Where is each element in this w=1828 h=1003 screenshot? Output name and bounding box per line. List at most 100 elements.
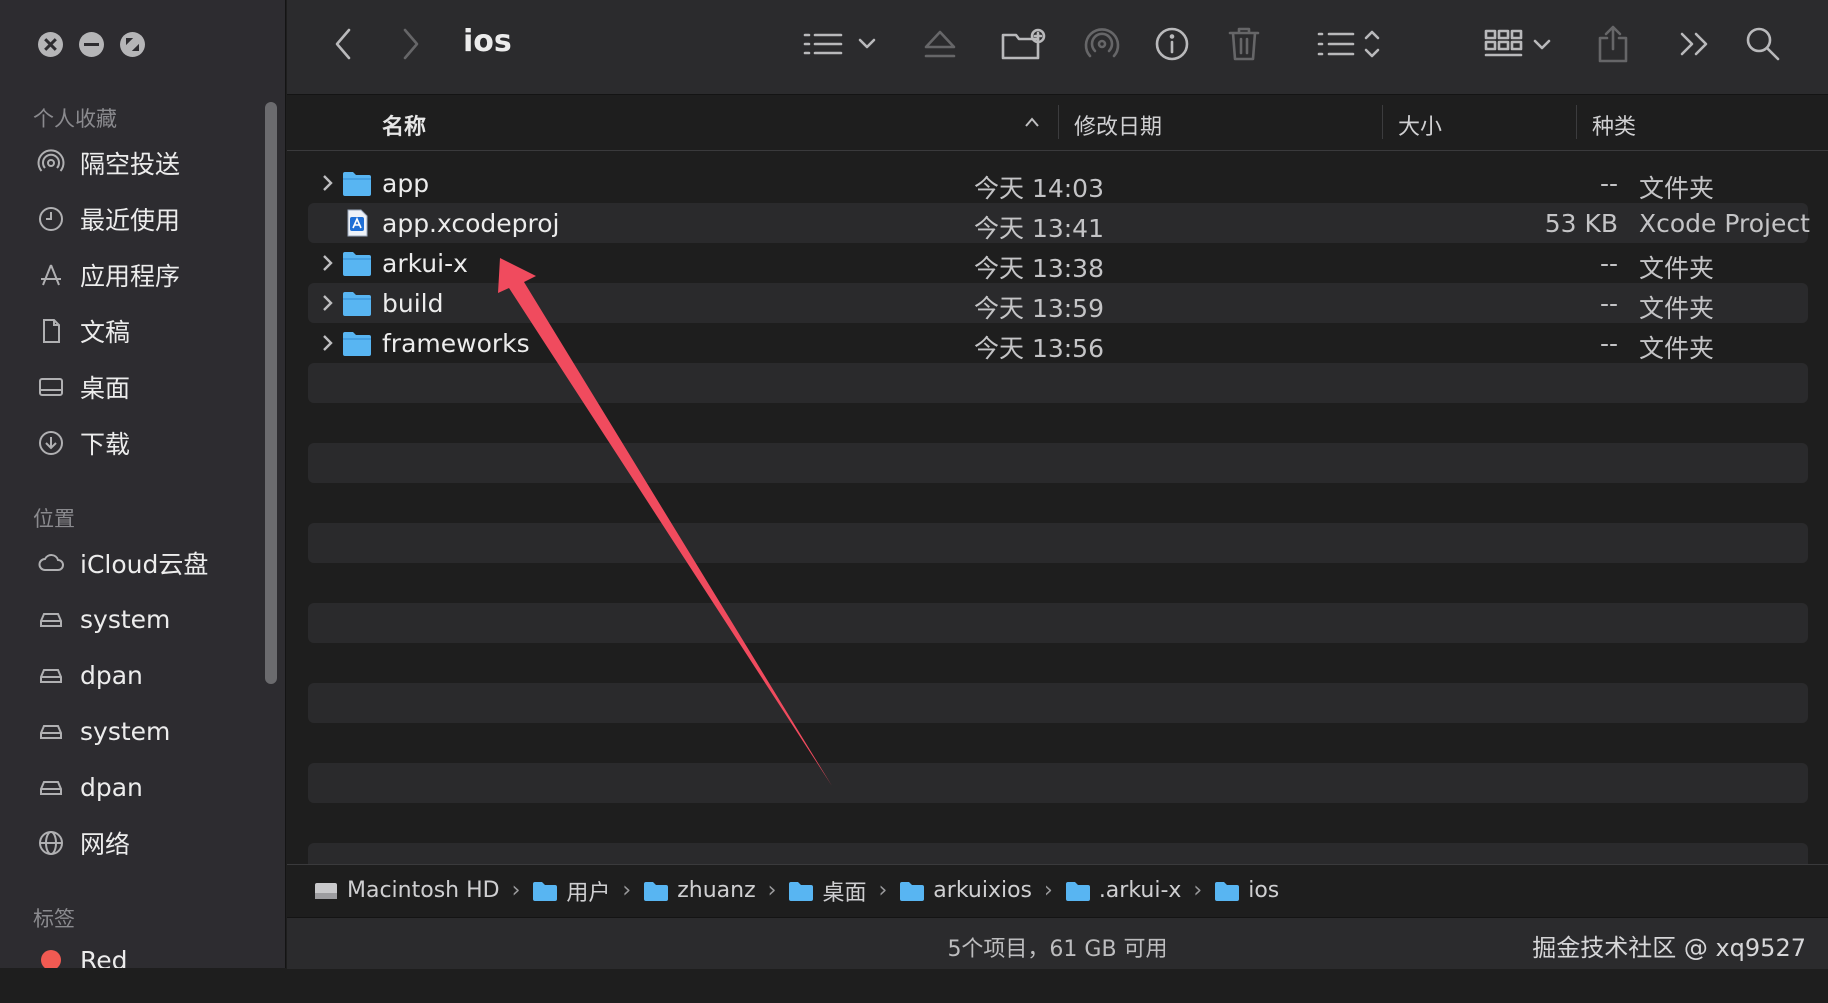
list-view-icon <box>803 33 876 55</box>
finder-main: ios 名称 修改日期 大小 种类 app 今天 14:03 -- 文件夹 ap… <box>287 0 1828 969</box>
file-name: app <box>382 169 430 198</box>
file-kind: Xcode Project <box>1639 209 1810 238</box>
table-row[interactable]: frameworks 今天 13:56 -- 文件夹 <box>308 323 1808 363</box>
sidebar-item-downloads[interactable]: 下载 <box>36 421 130 465</box>
search-button[interactable] <box>1743 20 1783 68</box>
file-name: app.xcodeproj <box>382 209 560 238</box>
locations-section-label: 位置 <box>33 507 75 531</box>
folder-icon <box>1215 881 1240 901</box>
file-kind: 文件夹 <box>1639 294 1715 323</box>
path-bar: Macintosh HD › 用户 › zhuanz › 桌面 › arkuix… <box>287 864 1828 916</box>
file-date: 今天 13:59 <box>974 294 1104 323</box>
sidebar-scrollbar[interactable] <box>265 102 277 684</box>
search-icon <box>1746 27 1780 61</box>
view-options-button[interactable] <box>802 20 880 68</box>
disclosure-chevron-icon[interactable] <box>316 252 338 274</box>
file-size: -- <box>1599 289 1618 318</box>
file-size: -- <box>1599 329 1618 358</box>
file-kind: 文件夹 <box>1639 174 1715 203</box>
sidebar-item-network[interactable]: 网络 <box>36 821 130 865</box>
new-folder-button[interactable] <box>1000 20 1046 68</box>
window-controls <box>38 32 145 57</box>
double-chevron-right-icon <box>1680 32 1708 56</box>
path-item-arkuixios[interactable]: arkuixios <box>899 878 1032 903</box>
sidebar-item-system-2[interactable]: system <box>36 709 170 753</box>
path-item-home[interactable]: zhuanz <box>643 878 756 903</box>
close-window-button[interactable] <box>38 32 63 57</box>
disclosure-chevron-icon[interactable] <box>316 172 338 194</box>
table-row[interactable]: build 今天 13:59 -- 文件夹 <box>308 283 1808 323</box>
sidebar-item-label: 隔空投送 <box>80 150 181 179</box>
path-item-ios[interactable]: ios <box>1214 878 1279 903</box>
file-name: frameworks <box>382 329 530 358</box>
folder-icon <box>1065 881 1090 901</box>
sidebar-item-desktop[interactable]: 桌面 <box>36 365 130 409</box>
get-info-button[interactable] <box>1153 20 1191 68</box>
share-button[interactable] <box>1595 20 1631 68</box>
empty-row <box>308 723 1808 763</box>
sidebar-item-system[interactable]: system <box>36 597 170 641</box>
eject-button[interactable] <box>922 20 958 68</box>
sidebar-item-dpan-2[interactable]: dpan <box>36 765 143 809</box>
favorites-section-label: 个人收藏 <box>33 107 117 131</box>
disclosure-chevron-icon[interactable] <box>316 292 338 314</box>
column-header: 名称 修改日期 大小 种类 <box>287 95 1828 151</box>
sidebar-item-documents[interactable]: 文稿 <box>36 309 130 353</box>
airdrop-button[interactable] <box>1082 20 1122 68</box>
sidebar-item-label: 应用程序 <box>80 262 181 291</box>
icon-view-button[interactable] <box>1483 20 1555 68</box>
drive-icon <box>36 772 66 802</box>
document-icon <box>36 316 66 346</box>
tag-color-dot <box>36 945 66 968</box>
more-toolbar-button[interactable] <box>1677 20 1713 68</box>
forward-button[interactable] <box>397 20 425 68</box>
file-name: build <box>382 289 444 318</box>
share-icon <box>1598 25 1628 63</box>
table-row[interactable]: app 今天 14:03 -- 文件夹 <box>308 163 1808 203</box>
chevron-right-icon <box>403 28 419 60</box>
back-button[interactable] <box>329 20 357 68</box>
trash-button[interactable] <box>1227 20 1261 68</box>
sidebar-item-label: 最近使用 <box>80 206 181 235</box>
folder-icon <box>343 292 371 316</box>
table-row[interactable]: app.xcodeproj 今天 13:41 53 KB Xcode Proje… <box>308 203 1810 243</box>
zoom-window-button[interactable] <box>120 32 145 57</box>
network-icon <box>36 828 66 858</box>
chevron-left-icon <box>335 28 351 60</box>
airdrop-icon <box>1084 28 1120 58</box>
empty-row <box>308 403 1808 443</box>
sidebar-item-airdrop[interactable]: 隔空投送 <box>36 141 180 185</box>
file-date: 今天 13:56 <box>974 334 1104 363</box>
hard-drive-icon <box>315 882 337 899</box>
group-by-button[interactable] <box>1315 20 1387 68</box>
sort-ascending-icon[interactable] <box>1023 115 1041 129</box>
path-item-arkui-x[interactable]: .arkui-x <box>1065 878 1181 903</box>
column-date-header[interactable]: 修改日期 <box>1074 109 1162 141</box>
column-kind-header[interactable]: 种类 <box>1592 109 1636 141</box>
clock-icon <box>36 204 66 234</box>
empty-row <box>308 803 1808 843</box>
sidebar-item-tag-red[interactable]: Red <box>36 938 128 968</box>
minimize-window-button[interactable] <box>79 32 104 57</box>
sidebar: 个人收藏 隔空投送 最近使用 应用程序 文稿 桌面 下载 位置 iCloud云盘… <box>0 0 286 968</box>
watermark: 掘金技术社区 @ xq9527 <box>1532 934 1806 962</box>
column-name-header[interactable]: 名称 <box>382 109 426 141</box>
tags-section-label: 标签 <box>33 907 75 931</box>
file-size: -- <box>1599 169 1618 198</box>
file-date: 今天 13:38 <box>974 254 1104 283</box>
empty-row <box>308 683 1808 723</box>
column-size-header[interactable]: 大小 <box>1398 109 1442 141</box>
path-item-macintosh-hd[interactable]: Macintosh HD <box>313 878 500 903</box>
empty-row <box>308 603 1808 643</box>
sidebar-item-applications[interactable]: 应用程序 <box>36 253 180 297</box>
path-item-users[interactable]: 用户 <box>532 875 610 907</box>
path-item-desktop[interactable]: 桌面 <box>788 875 866 907</box>
desktop-folder-icon <box>789 881 814 901</box>
sidebar-item-recents[interactable]: 最近使用 <box>36 197 180 241</box>
empty-row <box>308 523 1808 563</box>
table-row[interactable]: arkui-x 今天 13:38 -- 文件夹 <box>308 243 1808 283</box>
file-kind: 文件夹 <box>1639 334 1715 363</box>
sidebar-item-dpan[interactable]: dpan <box>36 653 143 697</box>
sidebar-item-icloud[interactable]: iCloud云盘 <box>36 541 208 585</box>
disclosure-chevron-icon[interactable] <box>316 332 338 354</box>
